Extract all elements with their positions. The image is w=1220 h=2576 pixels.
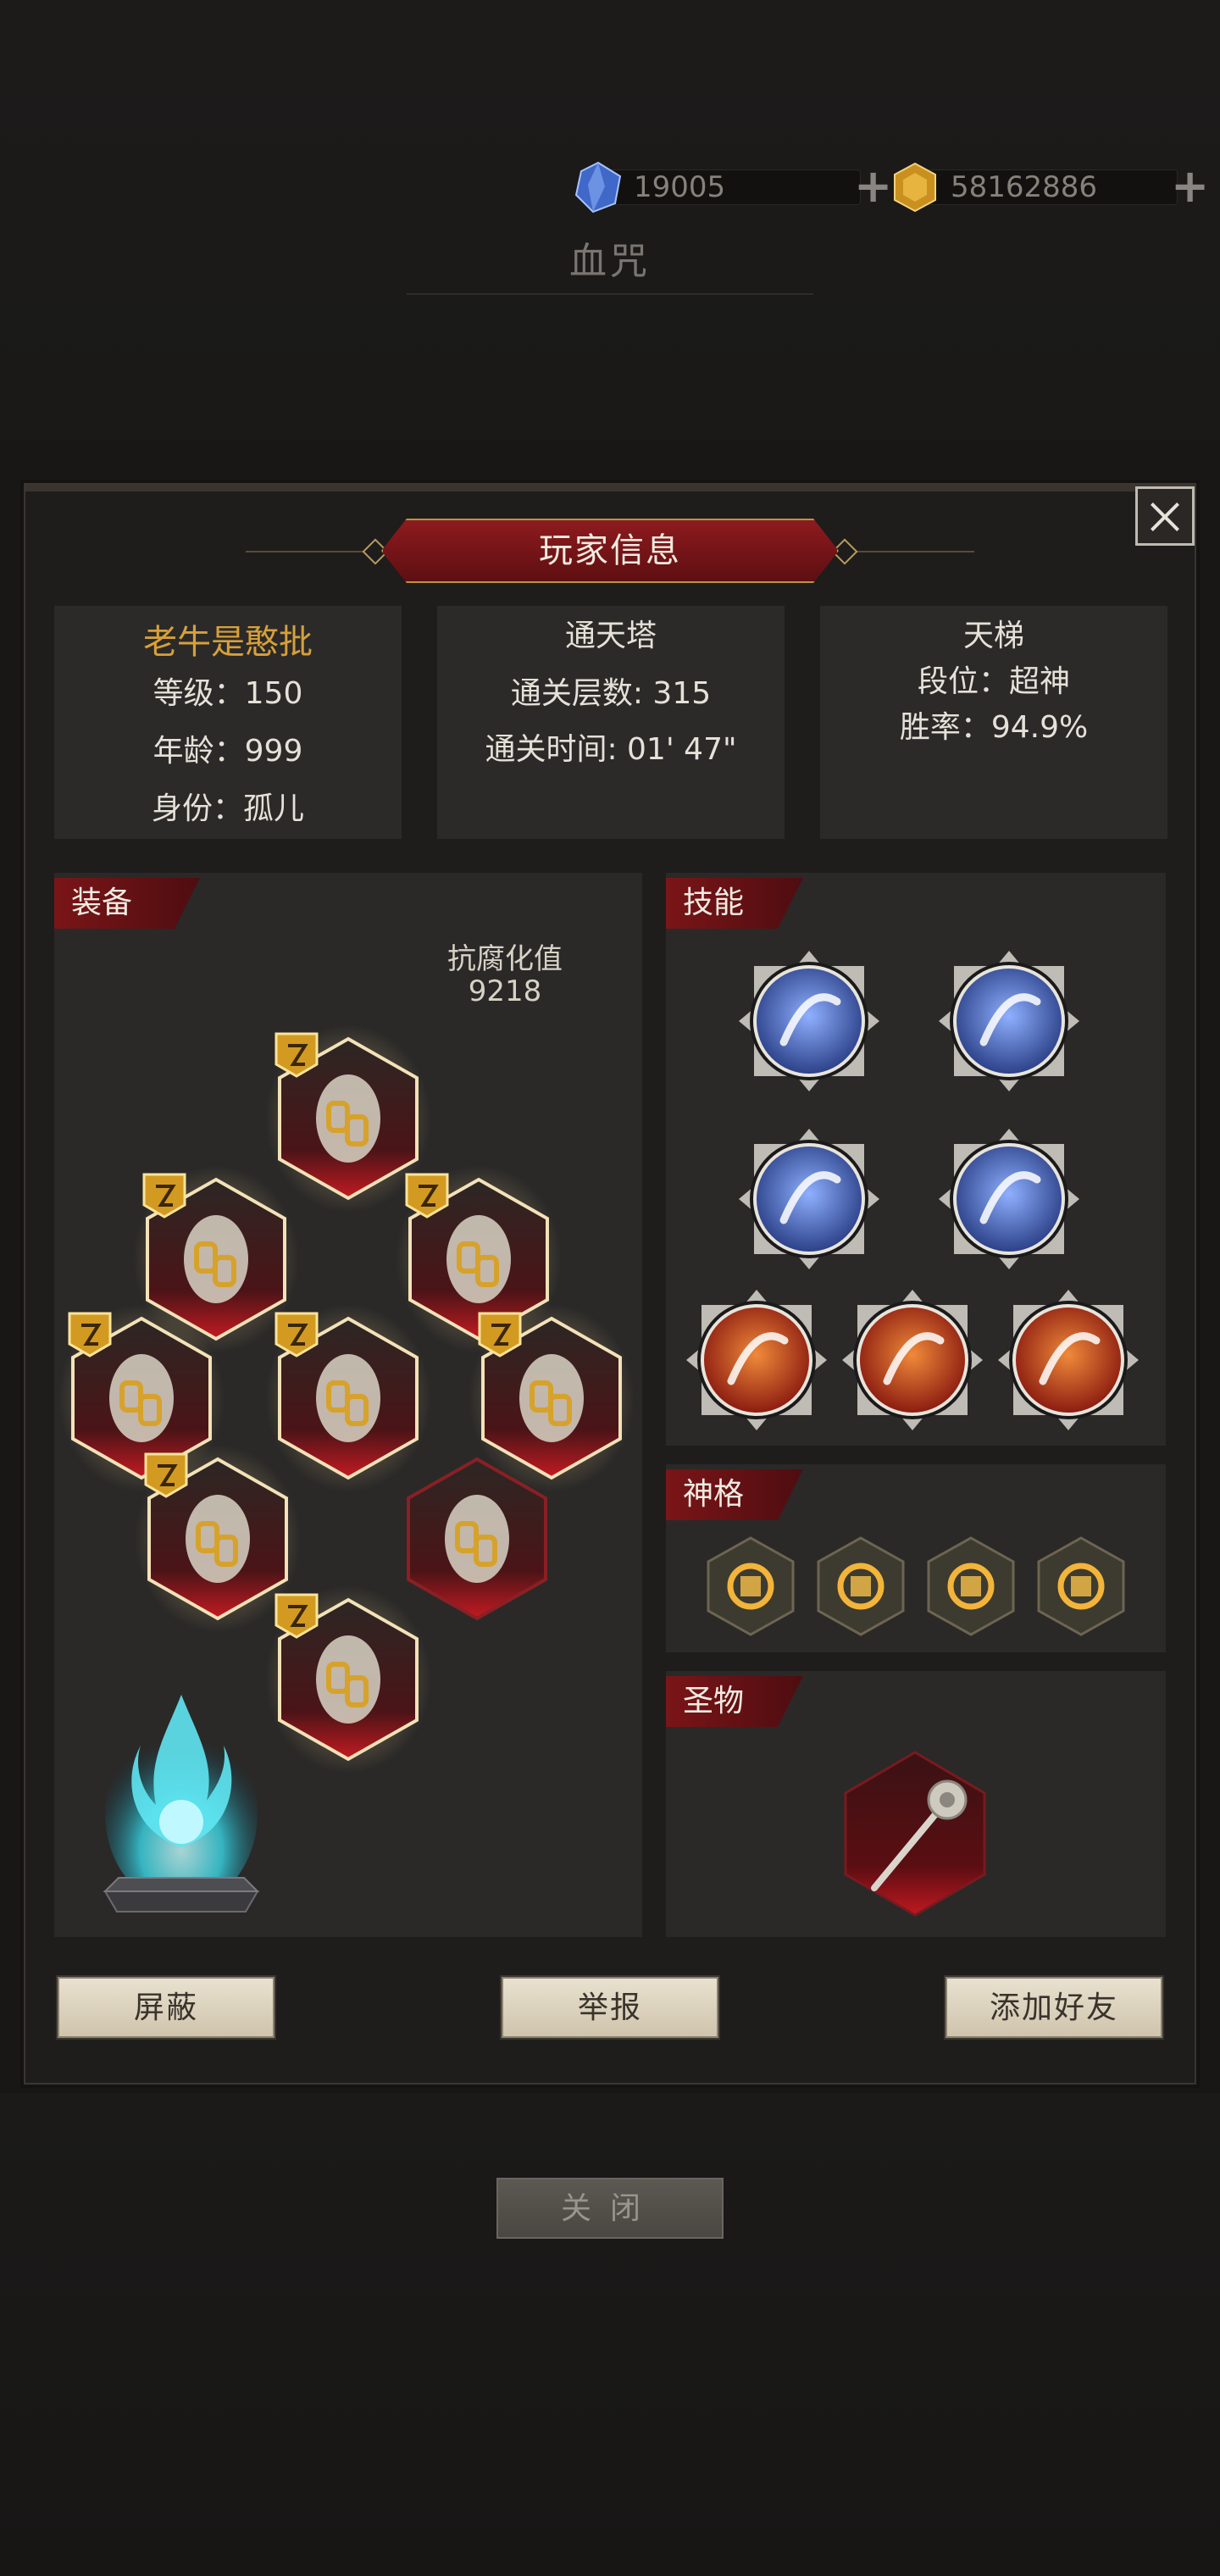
flag-skill-icon[interactable] [737, 949, 881, 1093]
rune-icon[interactable] [705, 1535, 796, 1637]
player-identity: 身份：孤儿 [151, 791, 304, 826]
gold-count: 58162886 [951, 170, 1098, 204]
corruption-resistance-label: 抗腐化值 [447, 942, 563, 976]
hourglass-icon[interactable] [1035, 1535, 1127, 1637]
player-card: 老牛是憨批 等级：150 年龄：999 身份：孤儿 [54, 606, 402, 839]
tower-title: 通天塔 [564, 619, 657, 653]
gold-counter: 58162886 + [890, 162, 1209, 213]
lock-badge-icon [141, 1451, 191, 1498]
close-icon[interactable] [1135, 486, 1195, 546]
mace-icon[interactable] [840, 1749, 990, 1918]
wing-icon[interactable] [815, 1535, 907, 1637]
player-age: 年龄：999 [152, 734, 303, 769]
demon-face-skill-icon[interactable] [996, 1288, 1140, 1432]
gem-counter: 19005 + [573, 161, 892, 214]
ladder-title: 天梯 [962, 619, 1024, 653]
dialog-title: 玩家信息 [539, 531, 681, 570]
player-name: 老牛是憨批 [143, 623, 313, 662]
fire-slash-skill-icon[interactable] [685, 1288, 829, 1432]
lock-badge-icon [271, 1591, 322, 1639]
lock-badge-icon [64, 1310, 115, 1357]
tower-time: 通关时间: 01' 47" [485, 732, 737, 767]
add-gold-button[interactable]: + [1171, 164, 1209, 209]
corruption-resistance-value: 9218 [468, 974, 542, 1008]
report-button[interactable]: 举报 [502, 1977, 718, 2038]
divider [407, 293, 813, 295]
lock-badge-icon [139, 1171, 190, 1219]
crescent-skill-icon[interactable] [937, 949, 1081, 1093]
lock-badge-icon [402, 1171, 452, 1219]
lock-badge-icon [271, 1310, 322, 1357]
ghost-icon[interactable] [925, 1535, 1017, 1637]
ladder-winrate: 胜率：94.9% [899, 710, 1089, 745]
orb-skill-icon[interactable] [937, 1127, 1081, 1271]
ladder-card: 天梯 段位：超神 胜率：94.9% [820, 606, 1167, 839]
background-title: 血咒 [569, 240, 651, 283]
blade-skill-icon[interactable] [840, 1288, 984, 1432]
tower-card: 通天塔 通关层数: 315 通关时间: 01' 47" [437, 606, 785, 839]
equipment-label: 装备 [54, 878, 200, 929]
sword-slash-skill-icon[interactable] [737, 1127, 881, 1271]
background-scene [0, 0, 1220, 441]
blue-flame-pedestal-icon [103, 1695, 260, 1913]
lock-badge-icon [271, 1030, 322, 1078]
tower-floors: 通关层数: 315 [510, 676, 712, 711]
add-gems-button[interactable]: + [854, 164, 892, 209]
gem-count: 19005 [634, 170, 726, 204]
gold-coin-icon [894, 162, 936, 213]
block-button[interactable]: 屏蔽 [58, 1977, 274, 2038]
blue-crystal-icon [574, 161, 622, 214]
equipment-slot-boots[interactable] [264, 1585, 432, 1774]
ladder-rank: 段位：超神 [917, 664, 1070, 699]
lock-badge-icon [474, 1310, 525, 1357]
player-level: 等级：150 [152, 676, 303, 711]
add-friend-button[interactable]: 添加好友 [946, 1977, 1162, 2038]
close-button[interactable]: 关闭 [496, 2178, 724, 2239]
